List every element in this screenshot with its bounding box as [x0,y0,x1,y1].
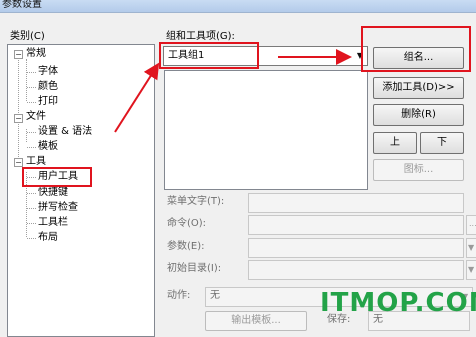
annotation-arrow-1 [114,62,160,133]
watermark-text: ITMOP.COM [320,288,476,318]
annotation-arrows [114,49,352,133]
